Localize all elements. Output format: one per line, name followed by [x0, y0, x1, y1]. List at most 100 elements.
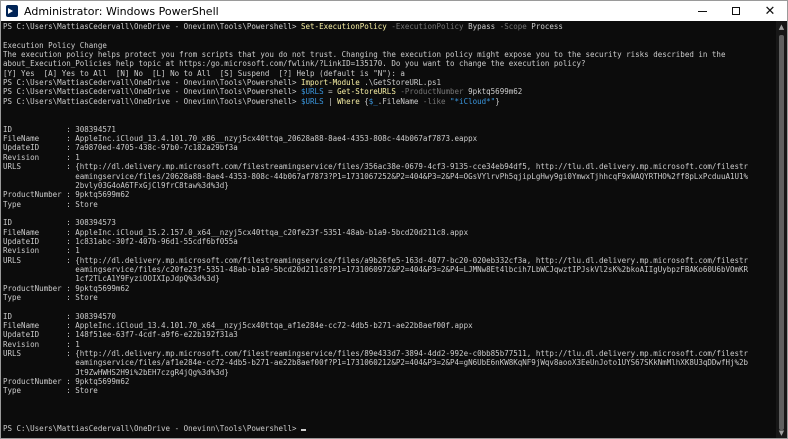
- vertical-scrollbar[interactable]: ▲ ▼: [776, 21, 787, 438]
- console-line: Execution Policy Change: [3, 41, 776, 50]
- console-line: URLS : {http://dl.delivery.mp.microsoft.…: [3, 162, 776, 171]
- console-text: Revision : 1: [3, 246, 80, 256]
- console-text: Where: [337, 96, 360, 106]
- console-line: Revision : 1: [3, 340, 776, 349]
- console-text: ID : 308394571: [3, 124, 116, 134]
- console-text: eamingservice/files/c20fe23f-5351-48ab-b…: [3, 264, 749, 274]
- console-line: UpdateID : 148f51ee-63f7-4cdf-a9f6-e22b1…: [3, 330, 776, 339]
- console-text: URLS : {http://dl.delivery.mp.microsoft.…: [3, 349, 749, 359]
- console-text: PS C:\Users\MattiasCedervall\OneDrive - …: [3, 78, 302, 88]
- console-text: ProductNumber : 9pktq5699m62: [3, 377, 130, 387]
- console-text: -ExecutionPolicy: [386, 22, 464, 31]
- console-text: UpdateID : 148f51ee-63f7-4cdf-a9f6-e22b1…: [3, 330, 238, 340]
- title-bar[interactable]: Administrator: Windows PowerShell ✕: [1, 1, 787, 21]
- console-text: Type : Store: [3, 386, 98, 396]
- console-text: FileName : AppleInc.iCloud_13.4.101.70_x…: [3, 134, 478, 144]
- console-text: FileName : AppleInc.iCloud_13.4.101.70_x…: [3, 321, 473, 330]
- console-text: .FileName: [377, 96, 419, 106]
- console-line: PS C:\Users\MattiasCedervall\OneDrive - …: [3, 424, 776, 433]
- minimize-button[interactable]: [685, 1, 719, 21]
- console-text: UpdateID : 7a9870ed-4705-438c-97b0-7c182…: [3, 143, 238, 153]
- console-text: URLS : {http://dl.delivery.mp.microsoft.…: [3, 162, 749, 172]
- console-line: eamingservice/files/af1e284e-cc72-4db5-b…: [3, 358, 776, 367]
- console-text: |: [323, 96, 338, 106]
- console-line: PS C:\Users\MattiasCedervall\OneDrive - …: [3, 22, 776, 31]
- console-text: eamingservice/files/20628a88-8ae4-4353-8…: [3, 171, 749, 181]
- console-text: ProductNumber : 9pktq5699m62: [3, 283, 130, 293]
- console-text: -ProductNumber: [395, 87, 464, 97]
- console-line: Revision : 1: [3, 246, 776, 255]
- console-text: ProductNumber : 9pktq5699m62: [3, 190, 130, 200]
- console-text: PS C:\Users\MattiasCedervall\OneDrive - …: [3, 22, 302, 31]
- powershell-icon: [6, 5, 18, 17]
- console-line: Type : Store: [3, 293, 776, 302]
- console-text: -Scope: [495, 22, 527, 31]
- console-line: eamingservice/files/c20fe23f-5351-48ab-b…: [3, 265, 776, 274]
- maximize-button[interactable]: [719, 1, 753, 21]
- console-text: Bypass: [463, 22, 496, 31]
- close-button[interactable]: ✕: [753, 1, 787, 21]
- console-text: ID : 308394573: [3, 218, 116, 228]
- console-line: The execution policy helps protect you f…: [3, 50, 776, 59]
- console-line: about_Execution_Policies help topic at h…: [3, 59, 776, 68]
- console-line: FileName : AppleInc.iCloud_15.2.157.0_x6…: [3, 228, 776, 237]
- console-text: }: [495, 96, 500, 106]
- console-text: Jt9ZwHWHS2H9i%2bEH7czgR4jQg%3d%3d}: [3, 367, 229, 377]
- console-line: 2bvly03G4oA6TFxGjCl9frC8taw%3d%3d}: [3, 181, 776, 190]
- scrollbar-thumb[interactable]: [779, 35, 784, 430]
- console-text: eamingservice/files/af1e284e-cc72-4db5-b…: [3, 358, 749, 368]
- console-line: ProductNumber : 9pktq5699m62: [3, 284, 776, 293]
- console-text: UpdateID : 1c831abc-30f2-407b-96d1-55cdf…: [3, 236, 238, 246]
- console-text: FileName : AppleInc.iCloud_15.2.157.0_x6…: [3, 227, 469, 237]
- console-line: ID : 308394573: [3, 218, 776, 227]
- console-line: ID : 308394570: [3, 312, 776, 321]
- console-line: URLS : {http://dl.delivery.mp.microsoft.…: [3, 349, 776, 358]
- console-line: URLS : {http://dl.delivery.mp.microsoft.…: [3, 256, 776, 265]
- scroll-up-arrow-icon[interactable]: ▲: [776, 21, 787, 32]
- scroll-down-arrow-icon[interactable]: ▼: [776, 427, 787, 438]
- console-text: $_: [368, 96, 378, 106]
- text-cursor: [301, 428, 307, 431]
- console-text: 2bvly03G4oA6TFxGjCl9frC8taw%3d%3d}: [3, 180, 229, 190]
- window-controls: ✕: [685, 1, 787, 21]
- console-line: Type : Store: [3, 200, 776, 209]
- console-text: [Y] Yes [A] Yes to All [N] No [L] No to …: [3, 68, 405, 78]
- console-text: Type : Store: [3, 199, 98, 209]
- console-line: FileName : AppleInc.iCloud_13.4.101.70_x…: [3, 321, 776, 330]
- console-text: URLS : {http://dl.delivery.mp.microsoft.…: [3, 255, 749, 265]
- console-output[interactable]: PS C:\Users\MattiasCedervall\OneDrive - …: [1, 21, 776, 438]
- powershell-window: Administrator: Windows PowerShell ✕ PS C…: [0, 0, 788, 439]
- window-title: Administrator: Windows PowerShell: [24, 4, 219, 18]
- console-line: Revision : 1: [3, 153, 776, 162]
- console-text: Set-ExecutionPolicy: [301, 22, 387, 31]
- console-line: [Y] Yes [A] Yes to All [N] No [L] No to …: [3, 69, 776, 78]
- console-line: UpdateID : 7a9870ed-4705-438c-97b0-7c182…: [3, 143, 776, 152]
- console-line: eamingservice/files/20628a88-8ae4-4353-8…: [3, 172, 776, 181]
- console-text: Process: [526, 22, 563, 31]
- console-text: PS C:\Users\MattiasCedervall\OneDrive - …: [3, 96, 302, 106]
- console-line: Jt9ZwHWHS2H9i%2bEH7czgR4jQg%3d%3d}: [3, 368, 776, 377]
- console-text: Revision : 1: [3, 152, 80, 162]
- console-text: Revision : 1: [3, 339, 80, 349]
- console-text: "*iCloud*": [445, 96, 496, 106]
- console-line: Type : Store: [3, 386, 776, 395]
- console-line: ID : 308394571: [3, 125, 776, 134]
- console-text: -like: [418, 96, 446, 106]
- console-line: FileName : AppleInc.iCloud_13.4.101.70_x…: [3, 134, 776, 143]
- console-text: =: [323, 87, 338, 97]
- console-text: about_Execution_Policies help topic at h…: [3, 59, 586, 69]
- console-text: Type : Store: [3, 292, 98, 302]
- console-line: PS C:\Users\MattiasCedervall\OneDrive - …: [3, 87, 776, 96]
- console-text: $URLS: [301, 96, 324, 106]
- console-text: The execution policy helps protect you f…: [3, 50, 726, 60]
- console-line: UpdateID : 1c831abc-30f2-407b-96d1-55cdf…: [3, 237, 776, 246]
- console-text: PS C:\Users\MattiasCedervall\OneDrive - …: [3, 87, 302, 97]
- console-text: .\GetStoreURL.ps1: [359, 78, 441, 88]
- console-text: {: [359, 96, 369, 106]
- console-text: Get-StoreURLS: [337, 87, 396, 97]
- console-line: PS C:\Users\MattiasCedervall\OneDrive - …: [3, 97, 776, 106]
